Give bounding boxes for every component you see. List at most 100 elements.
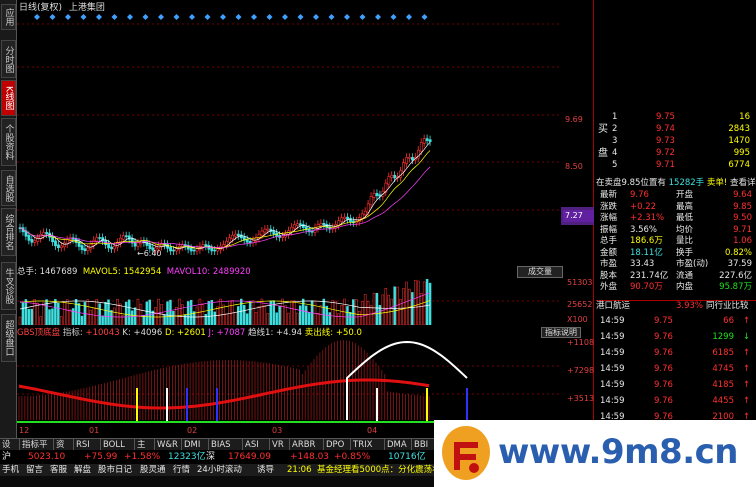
kline-chart[interactable]: ←6.40 [17, 12, 594, 265]
bid-row: 5 9.71 6774 [594, 160, 756, 171]
candle-body [366, 203, 370, 213]
indicator-value: +10043 [85, 328, 120, 338]
bid-row: 1 9.75 16 [594, 112, 756, 123]
sector-compare-link[interactable]: 同行业比较 [706, 301, 749, 312]
indicator-chart[interactable] [17, 338, 561, 426]
volume-bar [89, 309, 93, 325]
tab-watchlist[interactable]: 自选股 [1, 170, 16, 206]
volume-bar [363, 294, 367, 325]
indicator-sell-line: 卖出线: +50.0 [304, 328, 362, 338]
sz-pct: +0.85% [334, 452, 371, 462]
volume-bar [340, 305, 343, 325]
volume-bar [95, 298, 98, 325]
volume-bar [169, 299, 172, 325]
bid-price: 9.71 [656, 160, 675, 170]
sh-label: 沪 [2, 452, 12, 462]
volume-bar [301, 298, 305, 325]
bid-row: 2 9.74 2843 [594, 124, 756, 135]
status-item[interactable]: 客服 [50, 464, 67, 476]
tick-time: 14:59 [600, 316, 625, 326]
mavol5-label: MAVOL5: 1542954 [82, 267, 162, 277]
candle-body [266, 228, 270, 231]
status-item[interactable]: 股灵通 [140, 464, 166, 476]
volume-bar [358, 310, 361, 325]
volume-bar [36, 302, 39, 325]
tab-stock-diagnosis[interactable]: 牛叉诊股 [1, 262, 16, 310]
tick-volume: 66 [723, 316, 734, 326]
status-item[interactable]: 诱导 [257, 464, 274, 476]
stat-label: 量比 [676, 236, 694, 246]
volume-bar [337, 313, 340, 325]
stat-label: 股本 [600, 270, 618, 281]
candle-body [192, 249, 196, 252]
tab-kline[interactable]: K线图 [1, 80, 16, 116]
signal-marker [251, 14, 257, 20]
alert-detail-link[interactable]: 查看详细 [730, 178, 756, 188]
stat-value: 9.64 [733, 190, 752, 200]
date-tick: 04 [367, 426, 378, 435]
candle-body [319, 223, 323, 226]
volume-chart[interactable] [17, 279, 561, 325]
volume-bar [201, 304, 205, 325]
candle-body [210, 248, 214, 252]
volume-bar [346, 306, 349, 325]
candle-body [225, 240, 229, 246]
status-item[interactable]: 股市日记 [98, 464, 132, 476]
date-tick: 01 [89, 426, 100, 435]
tab-intraday[interactable]: 分时图 [1, 40, 16, 78]
candle-body [92, 239, 96, 246]
volume-bar [296, 312, 299, 325]
status-item[interactable]: 手机 [2, 464, 19, 476]
volume-bar [42, 302, 45, 325]
candle-body [340, 217, 344, 222]
indicator-help-button[interactable]: 指标说明 [541, 327, 581, 338]
volume-bar [390, 298, 393, 325]
volume-bar [369, 305, 373, 325]
status-item[interactable]: 24小时滚动 [197, 464, 242, 476]
volume-bar [154, 307, 157, 325]
signal-marker [158, 14, 164, 20]
tick-row: 14:59 9.76 4185 ↑ [594, 380, 756, 391]
volume-bar [257, 305, 261, 325]
candle-body [422, 138, 426, 144]
status-item[interactable]: 留言 [26, 464, 43, 476]
volume-bar [284, 305, 287, 325]
volume-bar [145, 301, 149, 325]
tab-super-board[interactable]: 超级盘口 [1, 314, 16, 362]
volume-bar [151, 310, 154, 325]
volume-bar [307, 312, 311, 325]
stat-label: 市盈 [600, 259, 618, 269]
tab-stock-info[interactable]: 个股资料 [1, 118, 16, 166]
order-alert[interactable]: 在卖盘9.85位置有 15282手 卖单! 查看详细 [596, 178, 756, 189]
sz-label: 深 [206, 452, 216, 462]
tab-apps[interactable]: 应用 [1, 4, 16, 30]
volume-bar [387, 294, 390, 325]
status-item[interactable]: 行情 [173, 464, 190, 476]
volume-bar [290, 300, 293, 325]
candle-body [263, 228, 267, 233]
candle-body [387, 176, 391, 185]
candle-body [419, 141, 423, 152]
volume-bar [275, 312, 278, 325]
tab-ranking[interactable]: 综合排名 [1, 208, 16, 256]
volume-bar [213, 311, 216, 325]
candle-body [245, 239, 249, 243]
volume-bar [254, 312, 258, 325]
stat-row: 市盈 33.43 市盈(动) 37.59 [594, 259, 756, 270]
candle-body [343, 216, 347, 220]
stat-value: 9.50 [733, 213, 752, 223]
sector-row[interactable]: 港口航运 3.93% 同行业比较 [596, 300, 756, 311]
indicator-name[interactable]: GBS顶底盘 [17, 328, 60, 338]
candle-body [172, 249, 175, 252]
tick-row: 14:59 9.76 1299 ↓ [594, 332, 756, 343]
bid-volume: 6774 [728, 160, 750, 170]
stat-value: +2.31% [630, 213, 665, 223]
bid-price: 9.73 [656, 136, 675, 146]
status-item[interactable]: 解盘 [74, 464, 91, 476]
candle-body [213, 249, 217, 252]
signal-marker [80, 14, 87, 20]
volume-selector-button[interactable]: 成交量 [517, 266, 563, 278]
candle-body [136, 242, 140, 247]
candle-body [405, 157, 408, 164]
index-bar: 沪 5023.10 +75.99 +1.58% 12323亿 深 17649.0… [0, 450, 434, 464]
